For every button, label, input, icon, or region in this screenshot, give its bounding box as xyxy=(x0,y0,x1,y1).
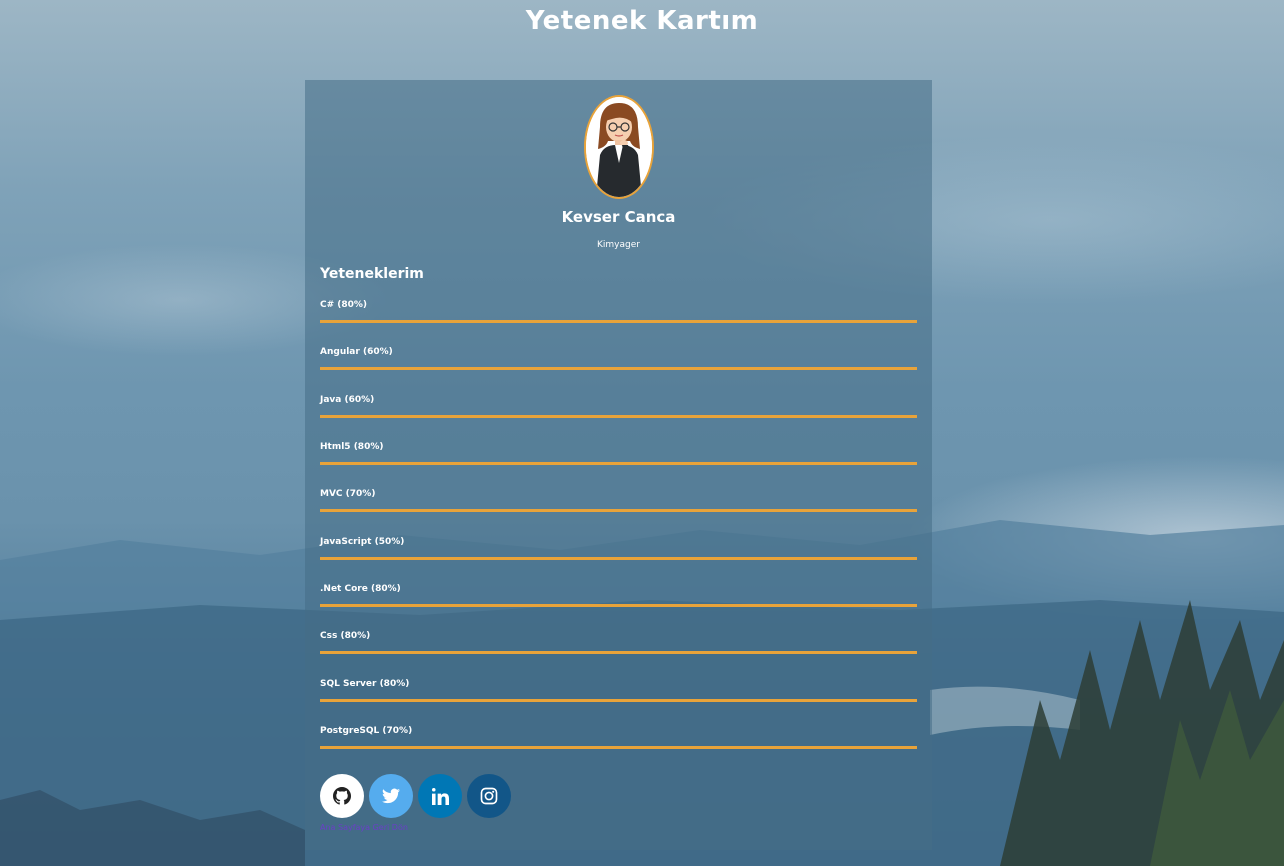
skill-label: C# (80%) xyxy=(320,300,368,310)
skill-progress-bar xyxy=(320,745,917,749)
github-icon xyxy=(333,787,351,805)
skill-label: JavaScript (50%) xyxy=(320,536,405,547)
skill-progress-bar xyxy=(320,698,917,702)
skills-list: C# (80%) Angular (60%) Java (60%) Html5 … xyxy=(320,300,917,773)
skill-item: SQL Server (80%) xyxy=(320,679,917,726)
skill-item: Css (80%) xyxy=(320,631,917,678)
skill-item: C# (80%) xyxy=(320,300,917,347)
skill-progress-bar xyxy=(320,603,917,607)
skill-item: JavaScript (50%) xyxy=(320,537,917,584)
skill-progress-bar xyxy=(320,320,917,323)
skill-progress-bar xyxy=(320,461,917,465)
skill-label: SQL Server (80%) xyxy=(320,678,410,689)
skill-item: Html5 (80%) xyxy=(320,442,917,489)
skill-label: Angular (60%) xyxy=(320,347,393,358)
skill-progress-bar xyxy=(320,367,917,371)
skill-label: Css (80%) xyxy=(320,631,371,642)
skill-label: .Net Core (80%) xyxy=(320,583,401,594)
skill-item: PostgreSQL (70%) xyxy=(320,726,917,773)
skill-progress-fill xyxy=(320,745,917,749)
skill-item: MVC (70%) xyxy=(320,489,917,536)
skills-heading: Yeteneklerim xyxy=(320,266,424,282)
skill-progress-fill xyxy=(320,698,917,702)
skill-progress-fill xyxy=(320,651,917,655)
skill-progress-fill xyxy=(320,414,917,418)
twitter-button[interactable] xyxy=(369,774,413,818)
profile-job: Kimyager xyxy=(597,240,640,250)
profile-name: Kevser Canca xyxy=(561,208,676,226)
page-title: Yetenek Kartım xyxy=(525,6,759,36)
skill-label: Html5 (80%) xyxy=(320,441,384,452)
skill-progress-fill xyxy=(320,320,917,323)
skill-item: .Net Core (80%) xyxy=(320,584,917,631)
skill-progress-bar xyxy=(320,651,917,655)
skill-progress-bar xyxy=(320,414,917,418)
skill-label: PostgreSQL (70%) xyxy=(320,725,413,736)
instagram-button[interactable] xyxy=(467,774,511,818)
skill-progress-fill xyxy=(320,509,917,513)
skill-card: Kevser Canca Kimyager Yeteneklerim C# (8… xyxy=(305,80,932,850)
twitter-icon xyxy=(382,788,400,804)
linkedin-icon xyxy=(431,787,449,805)
skill-item: Java (60%) xyxy=(320,395,917,442)
skill-progress-fill xyxy=(320,367,917,371)
skill-progress-bar xyxy=(320,509,917,513)
skill-item: Angular (60%) xyxy=(320,347,917,394)
back-to-home-link[interactable]: Ana Sayfaya Geri Dön xyxy=(320,823,408,832)
instagram-icon xyxy=(480,787,498,805)
skill-label: Java (60%) xyxy=(320,394,375,405)
github-button[interactable] xyxy=(320,774,364,818)
woman-avatar-icon xyxy=(584,95,654,199)
skill-label: MVC (70%) xyxy=(320,489,376,500)
skill-progress-fill xyxy=(320,556,917,560)
skill-progress-fill xyxy=(320,461,917,465)
linkedin-button[interactable] xyxy=(418,774,462,818)
skill-progress-bar xyxy=(320,556,917,560)
skill-progress-fill xyxy=(320,603,917,607)
